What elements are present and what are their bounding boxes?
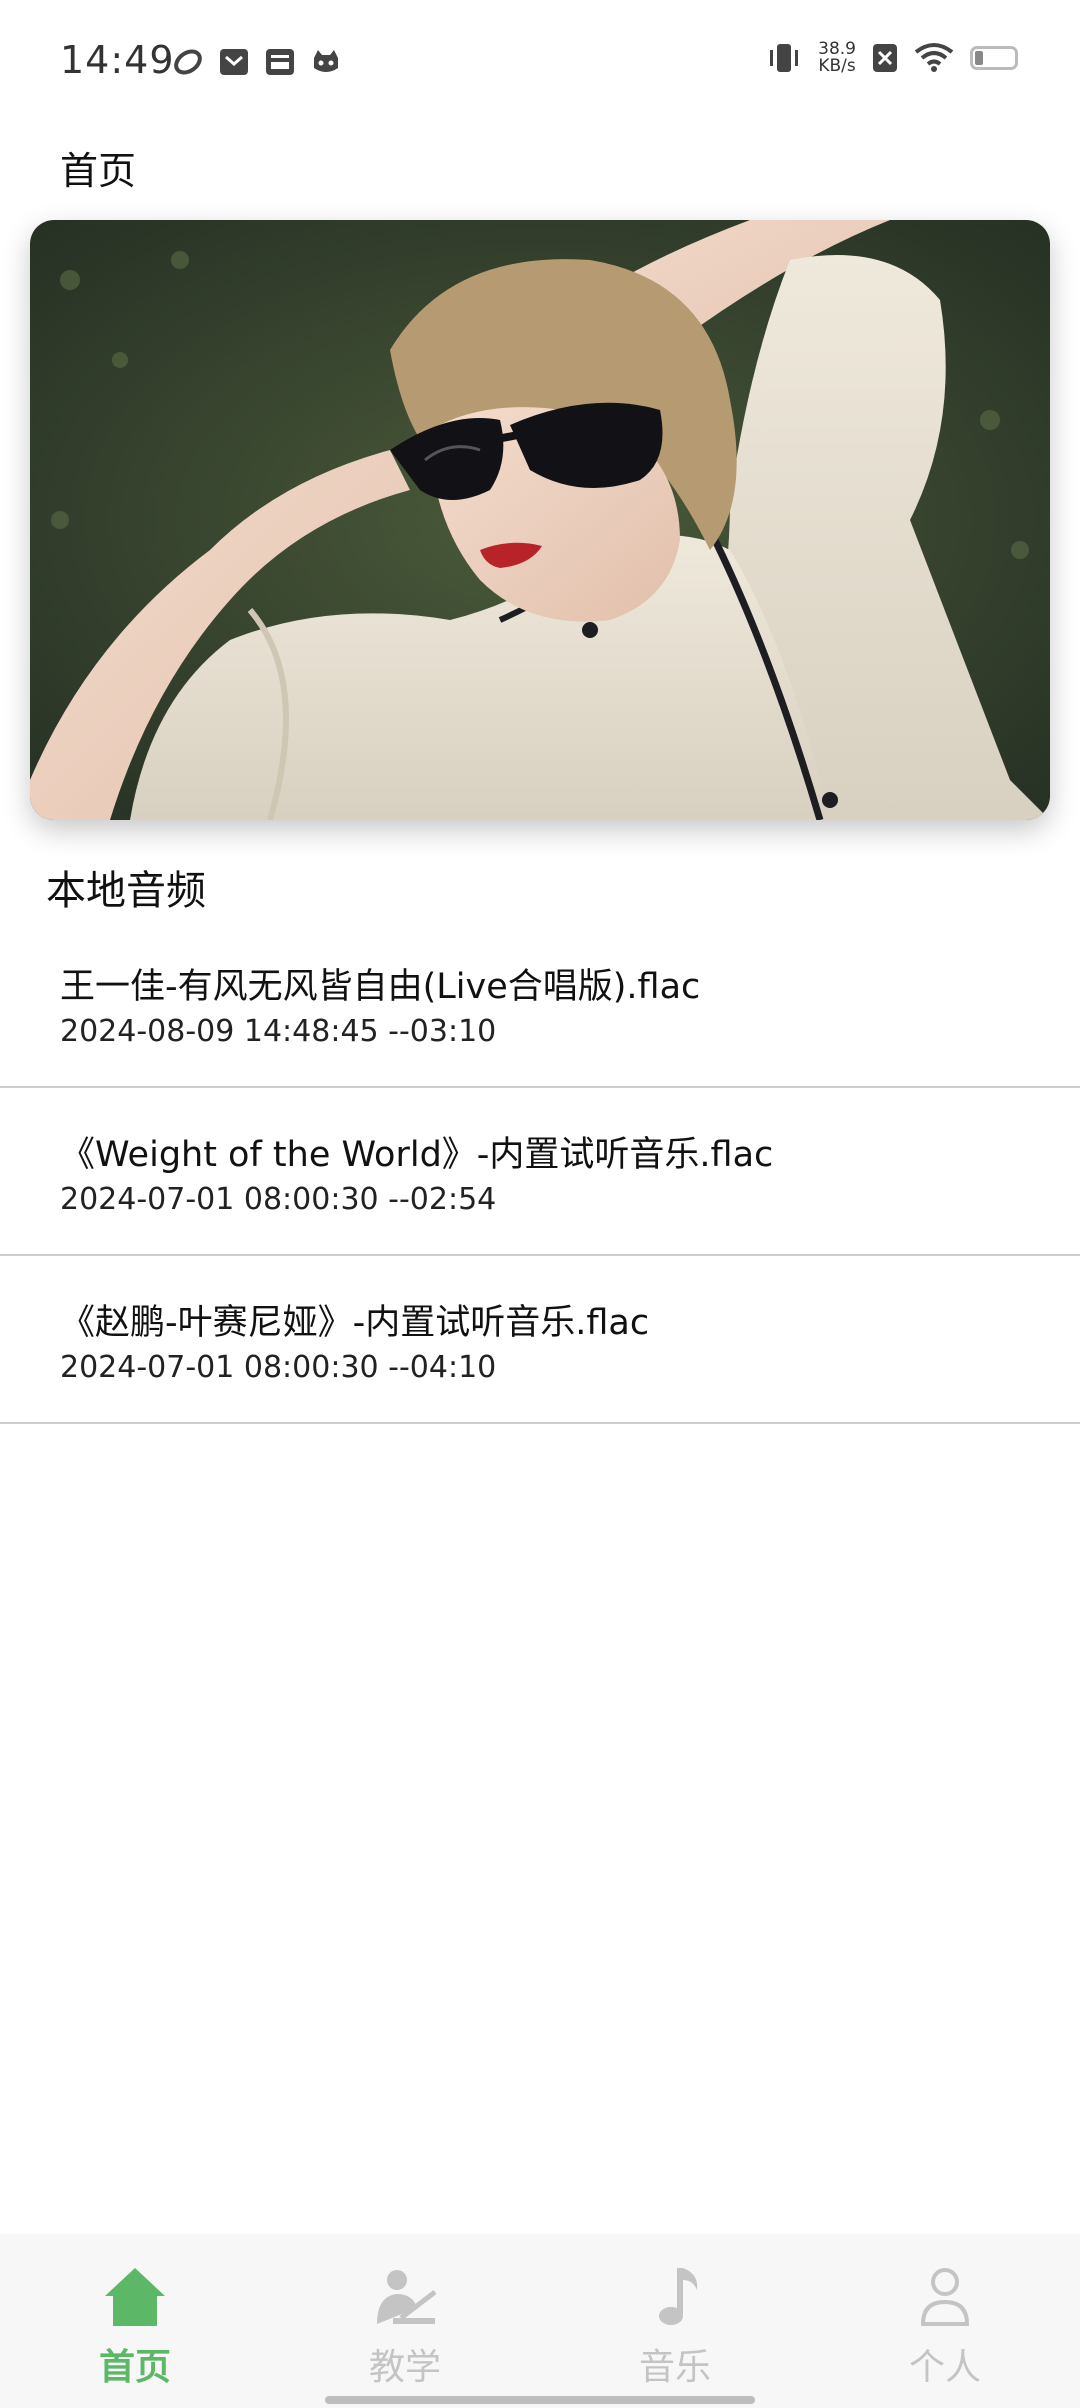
wifi-icon bbox=[914, 43, 954, 72]
net-speed-unit: KB/s bbox=[818, 56, 856, 76]
status-bar: 14:49 38.9 KB/s bbox=[0, 0, 1080, 130]
status-time: 14:49 bbox=[60, 38, 175, 82]
status-right-icons: 38.9 KB/s bbox=[766, 40, 1018, 76]
list-item[interactable]: 《赵鹏-叶赛尼娅》-内置试听音乐.flac 2024-07-01 08:00:3… bbox=[0, 1256, 1080, 1424]
audio-title: 《Weight of the World》-内置试听音乐.flac bbox=[60, 1135, 774, 1175]
mail-icon bbox=[220, 49, 248, 75]
audio-meta: 2024-07-01 08:00:30 --04:10 bbox=[60, 1350, 497, 1385]
teacher-icon bbox=[377, 2270, 437, 2324]
nav-label-profile: 个人 bbox=[908, 2347, 981, 2388]
home-indicator[interactable] bbox=[325, 2396, 755, 2404]
audio-list: 王一佳-有风无风皆自由(Live合唱版).flac 2024-08-09 14:… bbox=[0, 920, 1080, 1424]
audio-title: 王一佳-有风无风皆自由(Live合唱版).flac bbox=[60, 967, 701, 1007]
nav-label-home: 首页 bbox=[98, 2347, 171, 2388]
nav-item-music[interactable]: 音乐 bbox=[540, 2234, 810, 2408]
status-left-icons bbox=[172, 46, 342, 78]
banner-photo bbox=[30, 220, 1050, 820]
audio-title: 《赵鹏-叶赛尼娅》-内置试听音乐.flac bbox=[60, 1303, 650, 1343]
network-speed: 38.9 KB/s bbox=[818, 41, 856, 75]
person-icon bbox=[920, 2268, 970, 2326]
home-icon bbox=[105, 2268, 165, 2326]
bottom-nav: 首页 教学 音乐 个人 bbox=[0, 2234, 1080, 2408]
music-note-icon bbox=[659, 2268, 698, 2325]
nav-label-music: 音乐 bbox=[638, 2347, 711, 2388]
cat-app-icon bbox=[314, 50, 338, 72]
audio-meta: 2024-08-09 14:48:45 --03:10 bbox=[60, 1014, 497, 1049]
list-item[interactable]: 《Weight of the World》-内置试听音乐.flac 2024-0… bbox=[0, 1088, 1080, 1256]
banner-image[interactable] bbox=[30, 220, 1050, 820]
audio-meta: 2024-07-01 08:00:30 --02:54 bbox=[60, 1182, 497, 1217]
inbox-icon bbox=[266, 49, 294, 75]
nav-item-teaching[interactable]: 教学 bbox=[270, 2234, 540, 2408]
section-title-local-audio: 本地音频 bbox=[46, 868, 206, 914]
nav-item-home[interactable]: 首页 bbox=[0, 2234, 270, 2408]
nav-label-teaching: 教学 bbox=[368, 2347, 441, 2388]
sync-icon bbox=[174, 49, 202, 75]
vibrate-icon bbox=[770, 44, 799, 72]
page-title: 首页 bbox=[60, 149, 137, 193]
no-sim-icon bbox=[873, 44, 897, 72]
nav-item-profile[interactable]: 个人 bbox=[810, 2234, 1080, 2408]
list-item[interactable]: 王一佳-有风无风皆自由(Live合唱版).flac 2024-08-09 14:… bbox=[0, 920, 1080, 1088]
battery-icon bbox=[970, 46, 1018, 70]
